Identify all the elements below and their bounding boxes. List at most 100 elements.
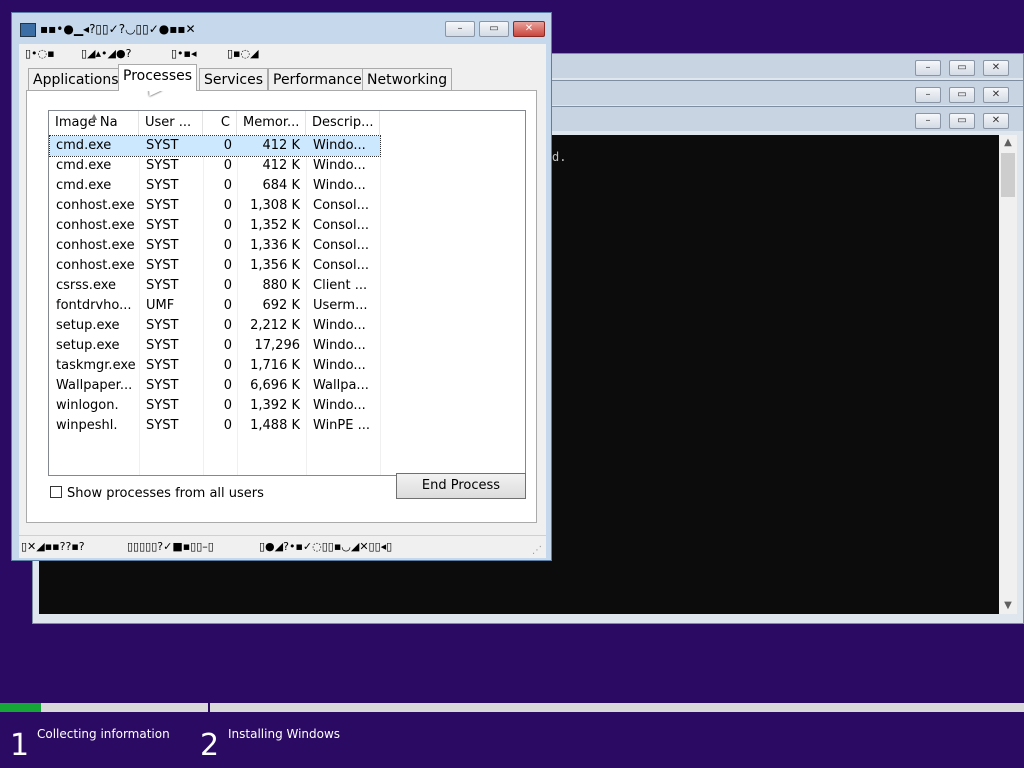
cell-user-name: SYST	[146, 418, 179, 433]
task-manager-client: Applications Processes Services Performa…	[19, 64, 546, 541]
table-row[interactable]: cmd.exe SYST 0 412 K Windo...	[49, 135, 381, 157]
scroll-up-icon[interactable]: ▲	[999, 135, 1017, 151]
cell-cpu: 0	[223, 358, 232, 373]
cell-description: WinPE ...	[313, 418, 371, 433]
table-row[interactable]: fontdrvho... UMF 0 692 K Userm...	[50, 296, 380, 316]
tab-processes[interactable]: Processes	[118, 64, 198, 91]
column-image-name[interactable]: ▲ Image Na	[49, 111, 139, 135]
cell-description: Client ...	[313, 278, 368, 293]
table-row[interactable]: conhost.exe SYST 0 1,356 K Consol...	[50, 256, 380, 276]
table-row[interactable]: taskmgr.exe SYST 0 1,716 K Windo...	[50, 356, 380, 376]
minimize-icon[interactable]: –	[915, 113, 941, 129]
show-all-users-checkbox[interactable]	[50, 486, 62, 498]
cell-cpu: 0	[223, 378, 232, 393]
cell-memory: 412 K	[262, 158, 300, 173]
table-row[interactable]: csrss.exe SYST 0 880 K Client ...	[50, 276, 380, 296]
table-row[interactable]: setup.exe SYST 0 2,212 K Windo...	[50, 316, 380, 336]
cell-description: Consol...	[313, 198, 370, 213]
tab-services[interactable]: Services	[199, 68, 269, 90]
column-cpu[interactable]: C	[203, 111, 237, 135]
status-physical-memory: ▯●◢?•▪✓◌▯▯▪◡◢✕▯▯◂▯	[259, 540, 393, 553]
step-divider	[208, 700, 210, 715]
minimize-icon[interactable]: –	[445, 21, 475, 37]
cell-memory: 692 K	[262, 298, 300, 313]
table-row[interactable]: conhost.exe SYST 0 1,336 K Consol...	[50, 236, 380, 256]
cell-user-name: SYST	[146, 238, 179, 253]
table-row[interactable]: winpeshl. SYST 0 1,488 K WinPE ...	[50, 416, 380, 436]
cell-cpu: 0	[223, 278, 232, 293]
step-2-label: Installing Windows	[228, 727, 341, 741]
task-manager-titlebar[interactable]: ▪▪•●▁◂?▯▯✓?◡▯▯✓●▪▪✕ – ▭ ✕	[12, 13, 551, 45]
close-icon[interactable]: ✕	[983, 113, 1009, 129]
process-list-header: ▲ Image Na User ... C Memor... Descrip..…	[49, 111, 525, 135]
table-row[interactable]: cmd.exe SYST 0 412 K Windo...	[50, 156, 380, 176]
cell-user-name: SYST	[146, 358, 179, 373]
cell-memory: 6,696 K	[250, 378, 300, 393]
cell-description: Windo...	[313, 138, 366, 153]
column-image-name-label: Image Na	[55, 115, 118, 130]
tab-networking[interactable]: Networking	[362, 68, 453, 90]
column-user-name[interactable]: User ...	[139, 111, 203, 135]
cell-description: Windo...	[313, 178, 366, 193]
cell-image-name: cmd.exe	[56, 158, 112, 173]
task-manager-app-icon	[20, 23, 36, 37]
tab-performance[interactable]: Performance	[268, 68, 367, 90]
column-description[interactable]: Descrip...	[306, 111, 380, 135]
menu-bar: ▯•◌▪ ▯◢▴•◢●? ▯•▪◂ ▯▪◌◢	[19, 44, 546, 64]
console-scrollbar[interactable]: ▲ ▼	[999, 135, 1017, 614]
cell-user-name: SYST	[146, 158, 179, 173]
menu-options[interactable]: ▯◢▴•◢●?	[81, 47, 131, 60]
resize-grip-icon[interactable]: ⋰	[532, 545, 542, 556]
table-row[interactable]: cmd.exe SYST 0 684 K Windo...	[50, 176, 380, 196]
cell-cpu: 0	[223, 418, 232, 433]
table-row[interactable]: winlogon. SYST 0 1,392 K Windo...	[50, 396, 380, 416]
cell-cpu: 0	[223, 218, 232, 233]
close-icon[interactable]: ✕	[983, 60, 1009, 76]
menu-view[interactable]: ▯•▪◂	[171, 47, 197, 60]
table-row[interactable]: setup.exe SYST 0 17,296 Windo...	[50, 336, 380, 356]
minimize-icon[interactable]: –	[915, 60, 941, 76]
cell-image-name: conhost.exe	[56, 198, 135, 213]
maximize-icon[interactable]: ▭	[949, 60, 975, 76]
maximize-icon[interactable]: ▭	[949, 87, 975, 103]
menu-file[interactable]: ▯•◌▪	[25, 47, 55, 60]
cell-memory: 17,296	[254, 338, 301, 353]
cell-description: Windo...	[313, 158, 366, 173]
close-icon[interactable]: ✕	[513, 21, 545, 37]
end-process-button[interactable]: End Process	[396, 473, 526, 499]
menu-help[interactable]: ▯▪◌◢	[227, 47, 259, 60]
maximize-icon[interactable]: ▭	[479, 21, 509, 37]
cell-memory: 1,716 K	[250, 358, 300, 373]
close-icon[interactable]: ✕	[983, 87, 1009, 103]
table-row[interactable]: conhost.exe SYST 0 1,308 K Consol...	[50, 196, 380, 216]
cell-description: Consol...	[313, 218, 370, 233]
show-all-users-option[interactable]: Show processes from all users	[50, 486, 264, 501]
table-row[interactable]: conhost.exe SYST 0 1,352 K Consol...	[50, 216, 380, 236]
minimize-icon[interactable]: –	[915, 87, 941, 103]
maximize-icon[interactable]: ▭	[949, 113, 975, 129]
cell-description: Consol...	[313, 258, 370, 273]
table-row[interactable]: Wallpaper... SYST 0 6,696 K Wallpa...	[50, 376, 380, 396]
scroll-thumb[interactable]	[1001, 153, 1015, 197]
cell-memory: 684 K	[262, 178, 300, 193]
cell-cpu: 0	[223, 178, 232, 193]
cell-user-name: SYST	[146, 338, 179, 353]
cell-memory: 2,212 K	[250, 318, 300, 333]
step-1-number: 1	[10, 728, 30, 763]
column-divider	[380, 135, 381, 475]
cell-description: Windo...	[313, 338, 366, 353]
column-memory[interactable]: Memor...	[237, 111, 306, 135]
cell-cpu: 0	[223, 298, 232, 313]
scroll-down-icon[interactable]: ▼	[999, 598, 1017, 614]
cell-memory: 1,356 K	[250, 258, 300, 273]
cell-description: Consol...	[313, 238, 370, 253]
cell-cpu: 0	[223, 158, 232, 173]
processes-panel: ▲ Image Na User ... C Memor... Descrip..…	[26, 90, 537, 523]
cell-user-name: SYST	[146, 278, 179, 293]
tab-applications[interactable]: Applications	[28, 68, 124, 90]
task-manager-window: ▪▪•●▁◂?▯▯✓?◡▯▯✓●▪▪✕ – ▭ ✕ ▯•◌▪ ▯◢▴•◢●? ▯…	[11, 12, 552, 561]
cell-user-name: SYST	[146, 258, 179, 273]
process-list[interactable]: ▲ Image Na User ... C Memor... Descrip..…	[48, 110, 526, 476]
cell-user-name: SYST	[146, 398, 179, 413]
step-2-number: 2	[200, 728, 220, 763]
